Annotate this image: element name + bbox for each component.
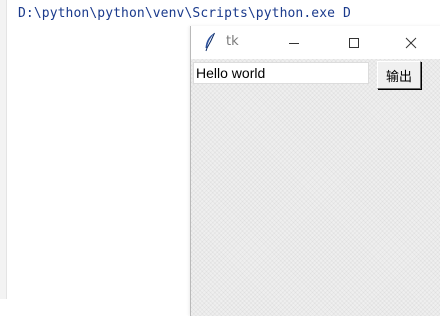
maximize-button[interactable] xyxy=(331,26,377,59)
text-entry[interactable] xyxy=(193,62,369,84)
window-titlebar[interactable]: tk xyxy=(191,26,440,59)
close-icon xyxy=(405,37,417,48)
minimize-icon xyxy=(289,42,299,44)
close-button[interactable] xyxy=(388,26,434,59)
tk-window: tk 输出 xyxy=(190,26,440,316)
window-title: tk xyxy=(226,34,239,49)
output-button[interactable]: 输出 xyxy=(377,61,421,89)
console-gutter xyxy=(0,0,7,299)
feather-icon xyxy=(205,32,215,52)
minimize-button[interactable] xyxy=(271,26,317,59)
window-client-area xyxy=(191,59,440,316)
maximize-icon xyxy=(349,37,359,48)
console-command-line: D:\python\python\venv\Scripts\python.exe… xyxy=(18,6,351,21)
